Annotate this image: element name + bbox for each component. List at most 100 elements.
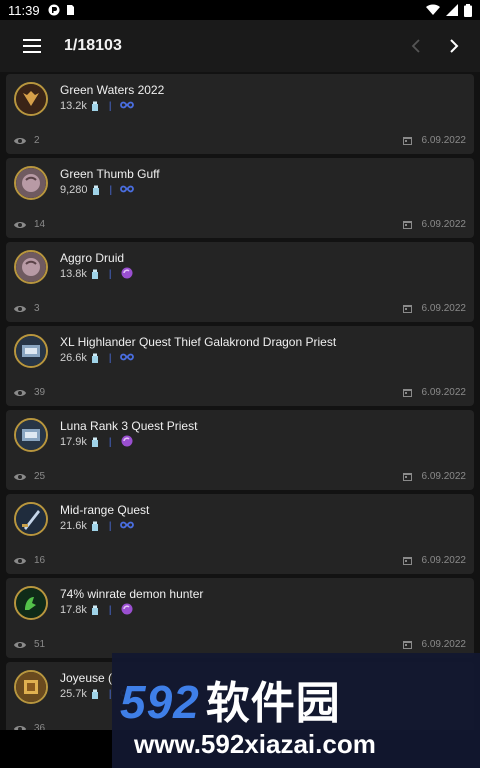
menu-button[interactable] bbox=[0, 20, 64, 72]
calendar-icon bbox=[402, 473, 412, 481]
views: 25 bbox=[14, 471, 45, 482]
dust-cost: 21.6k bbox=[60, 520, 87, 532]
deck-meta: 17.8k | bbox=[60, 603, 134, 617]
date: 6.09.2022 bbox=[402, 135, 467, 146]
sd-card-icon bbox=[66, 5, 74, 15]
deck-card[interactable]: Green Thumb Guff 9,280 | 14 6.09.2022 bbox=[6, 158, 474, 238]
meta-separator: | bbox=[108, 268, 112, 280]
chevron-left-icon bbox=[411, 39, 420, 53]
dust-cost: 13.2k bbox=[60, 100, 87, 112]
dust-cost: 13.8k bbox=[60, 268, 87, 280]
meta-separator: | bbox=[109, 184, 113, 196]
hamburger-menu-icon bbox=[23, 39, 41, 53]
deck-meta: 13.2k | bbox=[60, 99, 134, 113]
views: 14 bbox=[14, 219, 45, 230]
wifi-icon bbox=[426, 4, 440, 16]
dust-icon bbox=[91, 269, 98, 279]
paladin-class-icon bbox=[14, 502, 48, 536]
dust-icon bbox=[91, 353, 98, 363]
warrior-class-icon bbox=[14, 82, 48, 116]
druid-class-icon bbox=[14, 250, 48, 284]
demon-hunter-class-icon bbox=[14, 586, 48, 620]
calendar-icon bbox=[402, 221, 412, 229]
meta-separator: | bbox=[108, 100, 112, 112]
calendar-icon bbox=[402, 305, 412, 313]
date: 6.09.2022 bbox=[402, 219, 467, 230]
views: 2 bbox=[14, 135, 40, 146]
chevron-right-icon bbox=[450, 39, 459, 53]
dust-icon bbox=[91, 437, 98, 447]
views: 39 bbox=[14, 387, 45, 398]
rogue-class-icon bbox=[14, 670, 48, 704]
deck-name: Joyeuse ( bbox=[60, 671, 113, 685]
wild-mode-infinity-icon bbox=[120, 185, 135, 192]
classic-mode-icon bbox=[121, 267, 133, 278]
wild-mode-infinity-icon bbox=[119, 101, 134, 108]
date: 6.09.2022 bbox=[402, 639, 467, 650]
deck-name: Green Waters 2022 bbox=[60, 83, 165, 97]
classic-mode-icon bbox=[121, 603, 133, 614]
view-count: 51 bbox=[34, 639, 46, 650]
deck-meta: 26.6k | bbox=[60, 351, 134, 365]
view-count: 14 bbox=[34, 219, 46, 230]
date: 6.09.2022 bbox=[402, 387, 467, 398]
next-page-button[interactable] bbox=[436, 20, 472, 72]
deck-card[interactable]: Green Waters 2022 13.2k | 2 6.09.2022 bbox=[6, 74, 474, 154]
dust-cost: 25.7k bbox=[60, 688, 87, 700]
signal-icon bbox=[446, 4, 458, 16]
date: 6.09.2022 bbox=[402, 555, 466, 566]
status-bar: 11:39 bbox=[0, 0, 480, 20]
eye-icon bbox=[14, 473, 26, 480]
eye-icon bbox=[14, 641, 26, 648]
deck-card[interactable]: XL Highlander Quest Thief Galakrond Drag… bbox=[6, 326, 474, 406]
views: 3 bbox=[14, 303, 40, 314]
druid-class-icon bbox=[14, 166, 48, 200]
previous-page-button[interactable] bbox=[398, 20, 434, 72]
calendar-icon bbox=[402, 641, 412, 649]
deck-card[interactable]: Mid-range Quest 21.6k | 16 6.09.2022 bbox=[6, 494, 474, 574]
deck-date: 6.09.2022 bbox=[421, 219, 467, 230]
dust-icon bbox=[92, 185, 99, 195]
watermark-url: www.592xiazai.com bbox=[134, 729, 376, 759]
deck-card[interactable]: Aggro Druid 13.8k | 3 6.09.2022 bbox=[6, 242, 474, 322]
deck-card[interactable]: Luna Rank 3 Quest Priest 17.9k | 25 6.09… bbox=[6, 410, 474, 490]
priest-class-icon bbox=[14, 334, 48, 368]
deck-date: 6.09.2022 bbox=[421, 639, 467, 650]
dust-icon bbox=[91, 521, 98, 531]
deck-name: Luna Rank 3 Quest Priest bbox=[60, 419, 198, 433]
date: 6.09.2022 bbox=[402, 471, 466, 482]
dust-cost: 17.8k bbox=[60, 604, 87, 616]
deck-meta: 9,280 | bbox=[60, 183, 135, 197]
notification-app-icon bbox=[48, 4, 60, 16]
views: 16 bbox=[14, 555, 45, 566]
watermark-logo-text: 软件园 bbox=[205, 679, 341, 728]
view-count: 25 bbox=[34, 471, 46, 482]
meta-separator: | bbox=[108, 604, 112, 616]
calendar-icon bbox=[402, 557, 412, 565]
deck-card[interactable]: 74% winrate demon hunter 17.8k | 51 6.09… bbox=[6, 578, 474, 658]
view-count: 39 bbox=[34, 387, 46, 398]
meta-separator: | bbox=[108, 352, 112, 364]
eye-icon bbox=[14, 305, 26, 312]
views: 51 bbox=[14, 639, 45, 650]
deck-date: 6.09.2022 bbox=[421, 303, 467, 314]
app-bar: 1/18103 bbox=[0, 20, 480, 72]
deck-name: XL Highlander Quest Thief Galakrond Drag… bbox=[60, 335, 337, 349]
deck-meta: 13.8k | bbox=[60, 267, 134, 281]
watermark-logo: 592 软件园 bbox=[120, 667, 341, 731]
deck-date: 6.09.2022 bbox=[421, 135, 467, 146]
deck-name: Green Thumb Guff bbox=[60, 167, 160, 181]
status-time: 11:39 bbox=[8, 2, 40, 18]
calendar-icon bbox=[402, 137, 412, 145]
deck-date: 6.09.2022 bbox=[421, 387, 467, 398]
view-count: 2 bbox=[34, 135, 40, 146]
watermark-logo-number: 592 bbox=[120, 676, 200, 728]
view-count: 3 bbox=[34, 303, 40, 314]
meta-separator: | bbox=[108, 436, 112, 448]
priest-class-icon bbox=[14, 418, 48, 452]
deck-name: 74% winrate demon hunter bbox=[60, 587, 204, 601]
dust-icon bbox=[91, 605, 98, 615]
dust-icon bbox=[91, 689, 98, 699]
eye-icon bbox=[14, 557, 26, 564]
deck-name: Aggro Druid bbox=[60, 251, 125, 265]
